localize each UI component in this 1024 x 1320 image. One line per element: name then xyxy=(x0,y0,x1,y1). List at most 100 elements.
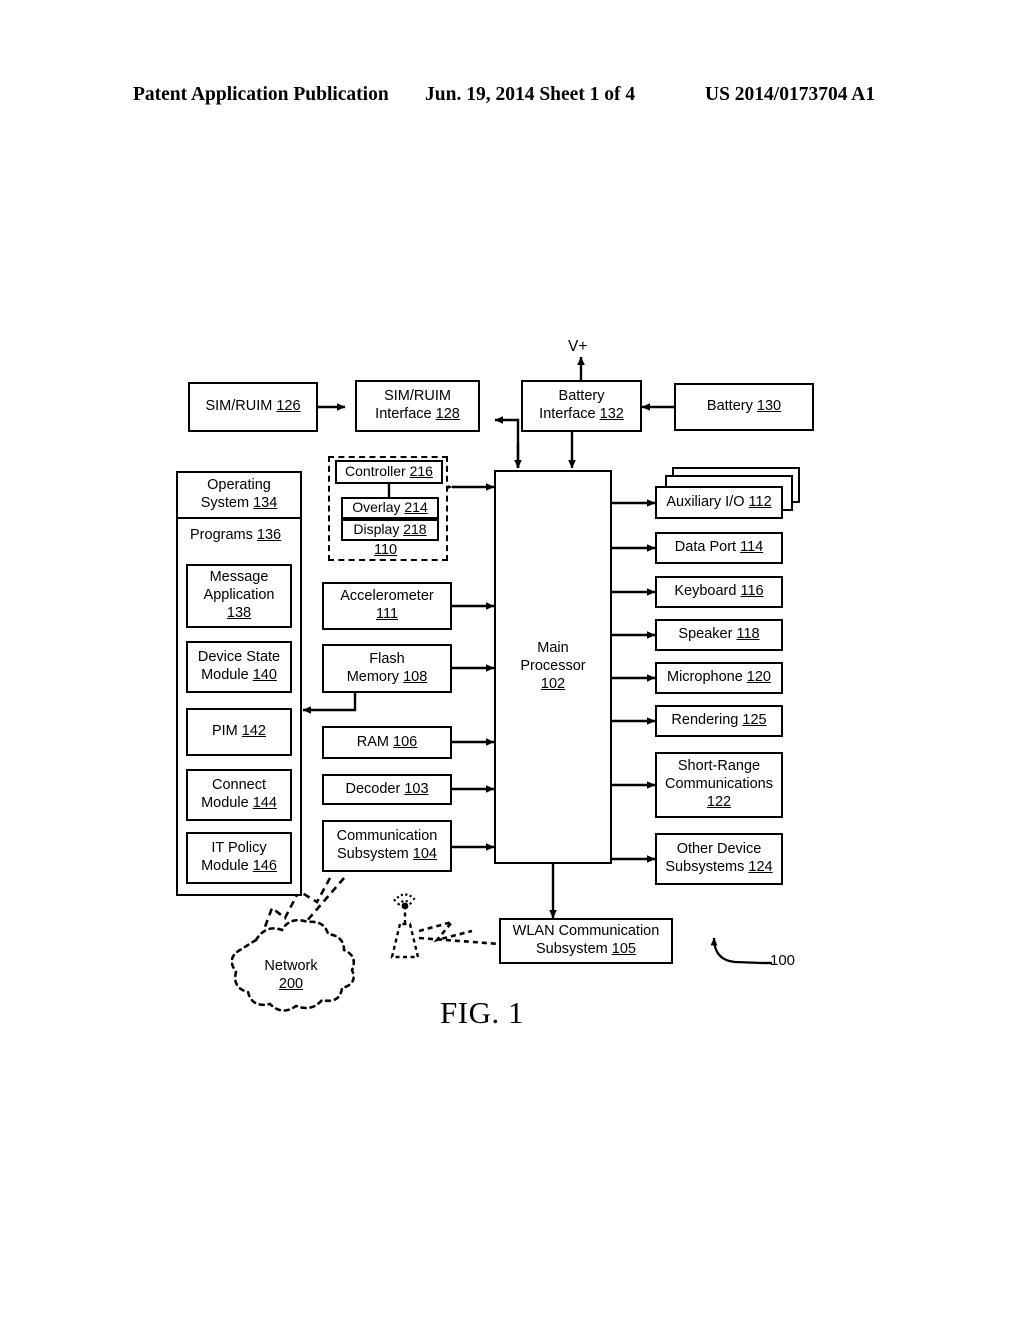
accelerometer-label: Accelerometer xyxy=(340,588,434,605)
rendering-num: 125 xyxy=(742,712,767,729)
main-processor-line1: Main xyxy=(537,640,569,657)
short-range-line1: Short-Range xyxy=(677,758,761,775)
box-controller[interactable]: Controller 216 xyxy=(335,460,443,484)
other-device-line2: Subsystems xyxy=(665,859,745,875)
message-application-line1: Message xyxy=(209,569,269,586)
speaker-num: 118 xyxy=(736,626,760,643)
microphone-label: Microphone xyxy=(667,669,743,686)
box-short-range-communications[interactable]: Short-Range Communications 122 xyxy=(655,752,783,818)
network-num: 200 xyxy=(278,976,304,993)
wlan-line2: Subsystem xyxy=(536,941,608,957)
box-keyboard[interactable]: Keyboard 116 xyxy=(655,576,783,608)
sim-ruim-interface-line1: SIM/RUIM xyxy=(384,388,451,405)
sim-ruim-num: 126 xyxy=(276,398,301,415)
pim-num: 142 xyxy=(241,723,266,740)
box-pim[interactable]: PIM 142 xyxy=(186,708,292,756)
microphone-num: 120 xyxy=(746,669,771,686)
programs-num: 136 xyxy=(256,527,282,543)
flash-memory-num: 108 xyxy=(403,668,428,685)
device-state-line2: Module xyxy=(201,667,249,683)
keyboard-num: 116 xyxy=(740,583,764,600)
box-ram[interactable]: RAM 106 xyxy=(322,726,452,759)
other-device-line1: Other Device xyxy=(676,841,762,858)
flash-memory-line2: Memory xyxy=(346,668,400,685)
battery-interface-line1: Battery xyxy=(558,388,605,405)
flash-memory-line1: Flash xyxy=(369,650,405,667)
other-device-num: 124 xyxy=(748,859,773,875)
box-message-application[interactable]: Message Application 138 xyxy=(186,564,292,628)
box-flash-memory[interactable]: Flash Memory 108 xyxy=(322,644,452,693)
box-main-processor[interactable]: Main Processor 102 xyxy=(494,470,612,864)
box-decoder[interactable]: Decoder 103 xyxy=(322,774,452,805)
wlan-line1: WLAN Communication xyxy=(512,923,660,940)
battery-interface-num: 132 xyxy=(599,406,624,422)
patent-figure-page: Patent Application Publication Jun. 19, … xyxy=(0,0,1024,1320)
access-point-dot xyxy=(401,902,409,910)
message-application-line2: Application xyxy=(203,587,275,604)
box-overlay[interactable]: Overlay 214 xyxy=(341,497,439,519)
sim-ruim-interface-line2: Interface xyxy=(375,406,432,422)
wlan-num: 105 xyxy=(611,941,636,957)
box-auxiliary-io[interactable]: Auxiliary I/O 112 xyxy=(655,486,783,519)
ram-num: 106 xyxy=(393,733,418,750)
ram-label: RAM xyxy=(356,733,389,750)
box-connect-module[interactable]: Connect Module 144 xyxy=(186,769,292,821)
battery-num: 130 xyxy=(756,398,782,415)
box-data-port[interactable]: Data Port 114 xyxy=(655,532,783,564)
battery-label: Battery xyxy=(706,398,753,415)
display-group-num: 110 xyxy=(374,542,398,558)
box-wlan-communication-subsystem[interactable]: WLAN Communication Subsystem 105 xyxy=(499,918,673,964)
data-port-label: Data Port xyxy=(674,539,737,556)
box-rendering[interactable]: Rendering 125 xyxy=(655,705,783,737)
pim-label: PIM xyxy=(211,723,238,740)
it-policy-num: 146 xyxy=(252,858,277,874)
box-sim-ruim[interactable]: SIM/RUIM 126 xyxy=(188,382,318,432)
battery-interface-line2: Interface xyxy=(539,406,596,422)
main-processor-line2: Processor xyxy=(520,658,586,675)
display-num: 218 xyxy=(403,521,427,538)
box-it-policy-module[interactable]: IT Policy Module 146 xyxy=(186,832,292,884)
operating-system-num: 134 xyxy=(253,495,278,511)
decoder-label: Decoder xyxy=(345,780,401,797)
rendering-label: Rendering xyxy=(671,712,739,729)
display-group-num-wrap: 110 xyxy=(374,542,397,558)
accelerometer-num: 111 xyxy=(375,606,399,622)
connect-module-line2: Module xyxy=(201,795,249,811)
connect-module-num: 144 xyxy=(252,795,277,811)
sim-ruim-interface-num: 128 xyxy=(435,406,460,422)
overlay-label: Overlay xyxy=(352,499,401,516)
decoder-num: 103 xyxy=(404,780,429,797)
speaker-label: Speaker xyxy=(678,626,733,643)
message-application-num: 138 xyxy=(226,604,252,621)
controller-label: Controller xyxy=(345,463,406,480)
overlay-num: 214 xyxy=(404,499,428,516)
network-cloud-label: Network 200 xyxy=(243,957,339,993)
operating-system-line1: Operating xyxy=(207,477,271,494)
network-label: Network xyxy=(264,958,318,974)
keyboard-label: Keyboard xyxy=(674,583,737,600)
comm-subsystem-line2: Subsystem xyxy=(337,846,409,862)
it-policy-line2: Module xyxy=(201,858,249,874)
sim-ruim-label: SIM/RUIM xyxy=(205,398,273,415)
auxiliary-io-num: 112 xyxy=(748,493,772,510)
box-sim-ruim-interface[interactable]: SIM/RUIM Interface 128 xyxy=(355,380,480,432)
controller-num: 216 xyxy=(409,463,433,480)
box-device-state-module[interactable]: Device State Module 140 xyxy=(186,641,292,693)
box-operating-system[interactable]: Operating System 134 xyxy=(176,471,302,519)
box-speaker[interactable]: Speaker 118 xyxy=(655,619,783,651)
box-display[interactable]: Display 218 xyxy=(341,519,439,541)
auxiliary-io-label: Auxiliary I/O xyxy=(666,493,745,510)
box-battery-interface[interactable]: Battery Interface 132 xyxy=(521,380,642,432)
box-other-device-subsystems[interactable]: Other Device Subsystems 124 xyxy=(655,833,783,885)
box-communication-subsystem[interactable]: Communication Subsystem 104 xyxy=(322,820,452,872)
box-microphone[interactable]: Microphone 120 xyxy=(655,662,783,694)
box-accelerometer[interactable]: Accelerometer 111 xyxy=(322,582,452,630)
box-battery[interactable]: Battery 130 xyxy=(674,383,814,431)
main-processor-num: 102 xyxy=(540,675,566,692)
data-port-num: 114 xyxy=(740,539,764,556)
short-range-line2: Communications xyxy=(665,776,773,793)
operating-system-line2: System xyxy=(200,495,250,511)
device-state-line1: Device State xyxy=(197,649,281,666)
short-range-num: 122 xyxy=(706,793,732,810)
device-state-num: 140 xyxy=(252,667,277,683)
